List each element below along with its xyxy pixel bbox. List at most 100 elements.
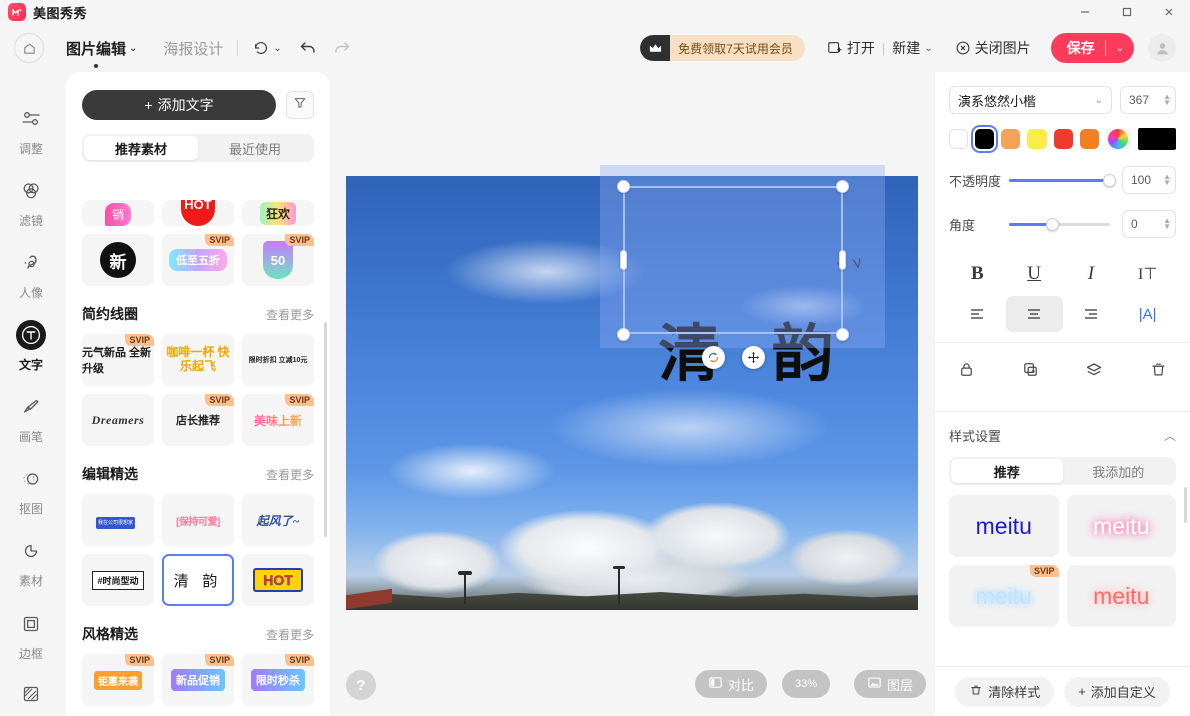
stepper-arrows[interactable]: ▲ ▼ — [1163, 173, 1171, 187]
align-right-button[interactable] — [1063, 296, 1120, 332]
style-preset[interactable]: meitu — [949, 495, 1059, 557]
sidebar-item-portrait[interactable]: 人像 — [0, 238, 62, 310]
material-item[interactable]: 钜惠来袭 SVIP — [82, 654, 154, 706]
material-item[interactable]: 新品促销 SVIP — [162, 654, 234, 706]
history-button[interactable]: ⌄ — [252, 39, 282, 57]
see-more-link[interactable]: 查看更多 — [266, 466, 314, 483]
resize-handle-top-right[interactable] — [836, 180, 849, 193]
material-item[interactable]: 店长推荐 SVIP — [162, 394, 234, 446]
sidebar-item-cutout[interactable]: 抠图 — [0, 455, 62, 527]
chevron-down-icon[interactable]: ⌄ — [1106, 43, 1134, 54]
close-image-button[interactable]: 关闭图片 — [955, 38, 1031, 58]
tab-my-styles[interactable]: 我添加的 — [1063, 459, 1175, 483]
sidebar-item-texture[interactable] — [0, 671, 62, 716]
color-swatch-black-selected[interactable] — [971, 125, 999, 153]
tab-recommended[interactable]: 推荐素材 — [84, 136, 198, 160]
undo-button[interactable] — [298, 38, 318, 58]
close-button[interactable] — [1148, 0, 1190, 24]
style-scrollbar[interactable] — [1184, 487, 1187, 523]
line-height-button[interactable]: I⊤ — [1119, 256, 1176, 292]
sidebar-item-filter[interactable]: 滤镜 — [0, 166, 62, 238]
sidebar-item-frame[interactable]: 边框 — [0, 599, 62, 671]
stepper-arrows[interactable]: ▲ ▼ — [1163, 217, 1171, 231]
material-item[interactable]: 销 — [82, 200, 154, 226]
color-swatch-white[interactable] — [949, 129, 969, 149]
menu-image-edit[interactable]: 图片编辑 ⌄ — [66, 38, 137, 68]
lock-layer-button[interactable] — [935, 355, 999, 389]
material-item[interactable]: HOT — [242, 554, 314, 606]
add-text-button[interactable]: + 添加文字 — [82, 90, 276, 120]
maximize-button[interactable] — [1106, 0, 1148, 24]
style-preset[interactable]: meitu — [1066, 495, 1176, 557]
sidebar-item-text[interactable]: 文字 — [0, 310, 62, 382]
font-family-select[interactable]: 演系悠然小楷 ⌄ — [949, 86, 1112, 114]
angle-slider-track[interactable] — [1009, 217, 1110, 231]
current-color-bar[interactable] — [1137, 128, 1176, 150]
vip-trial-banner[interactable]: 免费领取7天试用会员 — [640, 35, 805, 61]
opacity-slider-track[interactable] — [1009, 173, 1116, 187]
open-file-button[interactable]: 打开 — [827, 38, 875, 58]
color-picker-button[interactable] — [1105, 128, 1131, 150]
style-section-header[interactable]: 样式设置 ︿ — [935, 412, 1190, 445]
material-item[interactable]: [保持可爱] — [162, 494, 234, 546]
user-avatar[interactable] — [1148, 34, 1176, 62]
color-swatch-yellow[interactable] — [1027, 129, 1047, 149]
move-handle[interactable] — [742, 346, 765, 369]
sidebar-item-adjust[interactable]: 调整 — [0, 94, 62, 166]
save-button[interactable]: 保存 ⌄ — [1050, 33, 1134, 63]
resize-handle-left[interactable] — [620, 250, 627, 270]
material-item[interactable]: 起风了~ — [242, 494, 314, 546]
align-center-button[interactable] — [1005, 296, 1063, 332]
color-swatch-red[interactable] — [1053, 129, 1073, 149]
resize-handle-top-left[interactable] — [617, 180, 630, 193]
resize-handle-right[interactable] — [839, 250, 846, 270]
bold-button[interactable]: B — [949, 256, 1006, 292]
minimize-button[interactable] — [1064, 0, 1106, 24]
material-item[interactable]: 限时秒杀 SVIP — [242, 654, 314, 706]
material-item[interactable]: 低至五折 SVIP — [162, 234, 234, 286]
home-button[interactable] — [14, 33, 44, 63]
align-left-button[interactable] — [949, 296, 1006, 332]
sidebar-item-brush[interactable]: 画笔 — [0, 383, 62, 455]
layer-order-button[interactable] — [1063, 355, 1127, 389]
italic-button[interactable]: I — [1063, 256, 1120, 292]
stepper-arrows[interactable]: ▲ ▼ — [1163, 93, 1171, 107]
filter-button[interactable] — [286, 91, 314, 119]
resize-handle-bottom-right[interactable] — [836, 328, 849, 341]
new-file-button[interactable]: 新建 ⌄ — [892, 38, 932, 58]
style-preset[interactable]: meitu SVIP — [949, 565, 1059, 627]
clear-style-button[interactable]: 清除样式 — [955, 676, 1055, 707]
material-item[interactable]: 新 — [82, 234, 154, 286]
rotate-handle[interactable] — [702, 346, 725, 369]
see-more-link[interactable]: 查看更多 — [266, 626, 314, 643]
compare-button[interactable]: 对比 — [695, 670, 768, 698]
font-size-input[interactable]: 367 ▲ ▼ — [1120, 86, 1176, 114]
material-item[interactable]: 我在公司很想家 — [82, 494, 154, 546]
resize-handle-bottom-left[interactable] — [617, 328, 630, 341]
material-item[interactable]: #时尚型动 — [82, 554, 154, 606]
delete-layer-button[interactable] — [1126, 355, 1190, 389]
material-item[interactable]: 限时折扣 立减10元 — [242, 334, 314, 386]
help-button[interactable]: ? — [346, 670, 376, 700]
chevron-up-icon[interactable]: ︿ — [1164, 427, 1176, 444]
material-item[interactable]: 元气新品 全新升级 SVIP — [82, 334, 154, 386]
material-item[interactable]: 狂欢 — [242, 200, 314, 226]
material-item[interactable]: HOT — [162, 200, 234, 226]
opacity-slider-knob[interactable] — [1103, 173, 1116, 187]
material-item[interactable]: 咖啡一杯 快乐起飞 — [162, 334, 234, 386]
underline-button[interactable]: U — [1006, 256, 1063, 292]
angle-slider-knob[interactable] — [1046, 217, 1060, 231]
color-swatch-orange[interactable] — [1079, 129, 1099, 149]
material-item-selected[interactable]: 清 韵 — [162, 554, 234, 606]
material-item[interactable]: Dreamers — [82, 394, 154, 446]
style-preset[interactable]: meitu — [1066, 565, 1176, 627]
see-more-link[interactable]: 查看更多 — [266, 306, 314, 323]
redo-button[interactable] — [332, 38, 352, 58]
zoom-level-display[interactable]: 33% — [782, 670, 831, 698]
opacity-input[interactable]: 100 ▲ ▼ — [1122, 166, 1176, 194]
tab-recent[interactable]: 最近使用 — [198, 136, 312, 160]
menu-poster-design[interactable]: 海报设计 — [163, 38, 223, 59]
material-scroll-area[interactable]: 销 HOT 狂欢 新 低至五折 SVIP 50 SVIP 简约线圈 查看更多 元… — [66, 200, 330, 716]
color-swatch-light-orange[interactable] — [1001, 129, 1021, 149]
material-item[interactable]: 美味上新 SVIP — [242, 394, 314, 446]
